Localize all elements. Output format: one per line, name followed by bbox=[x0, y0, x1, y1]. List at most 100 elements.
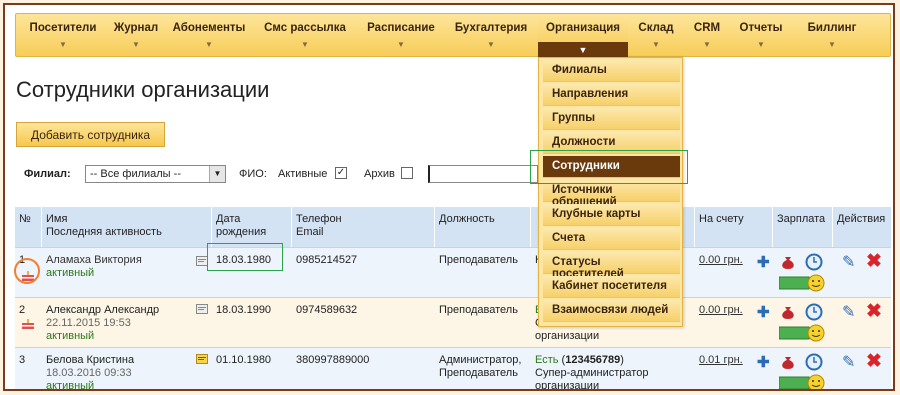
nav-visitors[interactable]: Посетители ▼ bbox=[20, 14, 106, 58]
chevron-down-icon: ▼ bbox=[132, 40, 140, 49]
menu-item-club-cards[interactable]: Клубные карты bbox=[543, 204, 680, 226]
last-activity: 22.11.2015 19:53 bbox=[46, 317, 131, 329]
employee-name-link[interactable]: Александр Александр bbox=[46, 304, 208, 317]
employee-name-link[interactable]: Аламаха Виктория bbox=[46, 254, 208, 267]
money-bag-icon[interactable] bbox=[779, 354, 797, 370]
nav-label: Посетители bbox=[29, 22, 97, 34]
chevron-down-icon: ▼ bbox=[397, 40, 405, 49]
salary-smiley-icon[interactable] bbox=[779, 324, 825, 342]
app-frame: Посетители ▼ Журнал ▼ Абонементы ▼ Смс расс… bbox=[3, 3, 895, 391]
delete-icon[interactable]: ✖ bbox=[866, 300, 882, 323]
balance-link[interactable]: 0.01 грн. bbox=[695, 348, 755, 373]
menu-item-visitor-statuses[interactable]: Статусы посетителей bbox=[543, 252, 680, 280]
phone-cell: 380997889000 bbox=[296, 354, 370, 366]
money-bag-icon[interactable] bbox=[779, 254, 797, 270]
status-text: активный bbox=[46, 267, 95, 279]
active-checkbox[interactable]: ✓ bbox=[335, 167, 347, 179]
col-position[interactable]: Должность bbox=[435, 207, 531, 247]
access-code: 123456789 bbox=[565, 354, 621, 366]
last-activity: 18.03.2016 09:33 bbox=[46, 367, 132, 379]
branch-select[interactable]: -- Все филиалы -- ▼ bbox=[85, 165, 226, 183]
nav-subscriptions[interactable]: Абонементы ▼ bbox=[166, 14, 252, 58]
position-cell: Администратор, Преподаватель bbox=[439, 354, 522, 379]
header-text: № bbox=[19, 213, 31, 225]
card-icon[interactable] bbox=[196, 304, 208, 314]
nav-label: CRM bbox=[693, 22, 721, 34]
table-row: 1 Аламаха Виктория активный 18.03.1980 0… bbox=[15, 247, 891, 297]
page-title: Сотрудники организации bbox=[16, 77, 270, 102]
nav-crm[interactable]: CRM ▼ bbox=[684, 14, 730, 58]
access-status: Есть bbox=[535, 354, 559, 366]
fio-input[interactable] bbox=[428, 165, 538, 183]
birth-cell: 18.03.1990 bbox=[216, 304, 272, 316]
nav-warehouse[interactable]: Склад ▼ bbox=[628, 14, 684, 58]
nav-reports[interactable]: Отчеты ▼ bbox=[730, 14, 792, 58]
menu-item-directions[interactable]: Направления bbox=[543, 84, 680, 106]
birth-cell: 01.10.1980 bbox=[216, 354, 272, 366]
money-bag-icon[interactable] bbox=[779, 304, 797, 320]
position-cell: Преподаватель bbox=[439, 254, 518, 266]
delete-icon[interactable]: ✖ bbox=[866, 250, 882, 273]
menu-item-groups[interactable]: Группы bbox=[543, 108, 680, 130]
salary-smiley-icon[interactable] bbox=[779, 274, 825, 292]
phone-cell: 0974589632 bbox=[296, 304, 358, 316]
access-role: Супер-администратор bbox=[535, 367, 649, 379]
nav-label: Бухгалтерия bbox=[454, 22, 528, 34]
menu-item-visitor-cabinet[interactable]: Кабинет посетителя bbox=[543, 276, 680, 298]
nav-billing[interactable]: Биллинг ▼ bbox=[792, 14, 872, 58]
header-text: Действия bbox=[837, 213, 886, 225]
header-text: Имя bbox=[46, 213, 68, 225]
nav-label: Журнал bbox=[113, 22, 159, 34]
col-phone[interactable]: Телефон Email bbox=[292, 207, 435, 247]
chevron-down-icon[interactable]: ▼ bbox=[538, 42, 628, 58]
nav-journal[interactable]: Журнал ▼ bbox=[106, 14, 166, 58]
edit-icon[interactable]: ✎ bbox=[842, 302, 855, 322]
header-text: Email bbox=[296, 226, 324, 238]
nav-label: Смс рассылка bbox=[264, 22, 346, 34]
row-num: 3 bbox=[19, 354, 26, 366]
annotation-circle bbox=[14, 258, 40, 284]
clock-icon[interactable] bbox=[805, 353, 823, 371]
edit-icon[interactable]: ✎ bbox=[842, 252, 855, 272]
add-employee-button[interactable]: Добавить сотрудника bbox=[16, 122, 165, 147]
fio-label: ФИО: bbox=[239, 168, 267, 180]
col-name[interactable]: Имя Последняя активность bbox=[42, 207, 212, 247]
col-birth[interactable]: Дата рождения bbox=[212, 207, 292, 247]
nav-schedule[interactable]: Расписание ▼ bbox=[358, 14, 444, 58]
status-text: активный bbox=[46, 330, 95, 342]
cake-icon bbox=[22, 319, 34, 329]
name-cell: Белова Кристина 18.03.2016 09:33 активны… bbox=[42, 348, 212, 389]
balance-link[interactable]: 0.00 грн. bbox=[695, 298, 755, 323]
salary-smiley-icon[interactable] bbox=[779, 374, 825, 391]
menu-item-accounts[interactable]: Счета bbox=[543, 228, 680, 250]
balance-link[interactable]: 0.00 грн. bbox=[695, 248, 755, 273]
card-icon[interactable] bbox=[196, 354, 208, 364]
nav-label: Расписание bbox=[367, 22, 435, 34]
col-num: № bbox=[15, 207, 42, 247]
edit-icon[interactable]: ✎ bbox=[842, 352, 855, 372]
employee-name-link[interactable]: Белова Кристина bbox=[46, 354, 208, 367]
chevron-down-icon: ▼ bbox=[209, 166, 225, 182]
archive-label: Архив bbox=[364, 168, 395, 180]
annotation-highlight bbox=[207, 243, 283, 271]
nav-accounting[interactable]: Бухгалтерия ▼ bbox=[444, 14, 538, 58]
plus-icon[interactable]: ✚ bbox=[757, 253, 770, 271]
menu-item-relations[interactable]: Взаимосвязи людей bbox=[543, 300, 680, 322]
archive-checkbox[interactable] bbox=[401, 167, 413, 179]
menu-item-branches[interactable]: Филиалы bbox=[543, 60, 680, 82]
col-salary: Зарплата bbox=[773, 207, 833, 247]
clock-icon[interactable] bbox=[805, 253, 823, 271]
nav-sms[interactable]: Смс рассылка ▼ bbox=[252, 14, 358, 58]
access-scope: организации bbox=[535, 330, 600, 342]
chevron-down-icon: ▼ bbox=[703, 40, 711, 49]
access-cell: Есть (123456789) Супер-администратор орг… bbox=[531, 348, 695, 389]
delete-icon[interactable]: ✖ bbox=[866, 350, 882, 373]
header-text: Телефон bbox=[296, 213, 342, 225]
plus-icon[interactable]: ✚ bbox=[757, 353, 770, 371]
chevron-down-icon: ▼ bbox=[301, 40, 309, 49]
clock-icon[interactable] bbox=[805, 303, 823, 321]
header-text: рождения bbox=[216, 226, 267, 238]
plus-icon[interactable]: ✚ bbox=[757, 303, 770, 321]
chevron-down-icon: ▼ bbox=[652, 40, 660, 49]
col-account[interactable]: На счету bbox=[695, 207, 773, 247]
